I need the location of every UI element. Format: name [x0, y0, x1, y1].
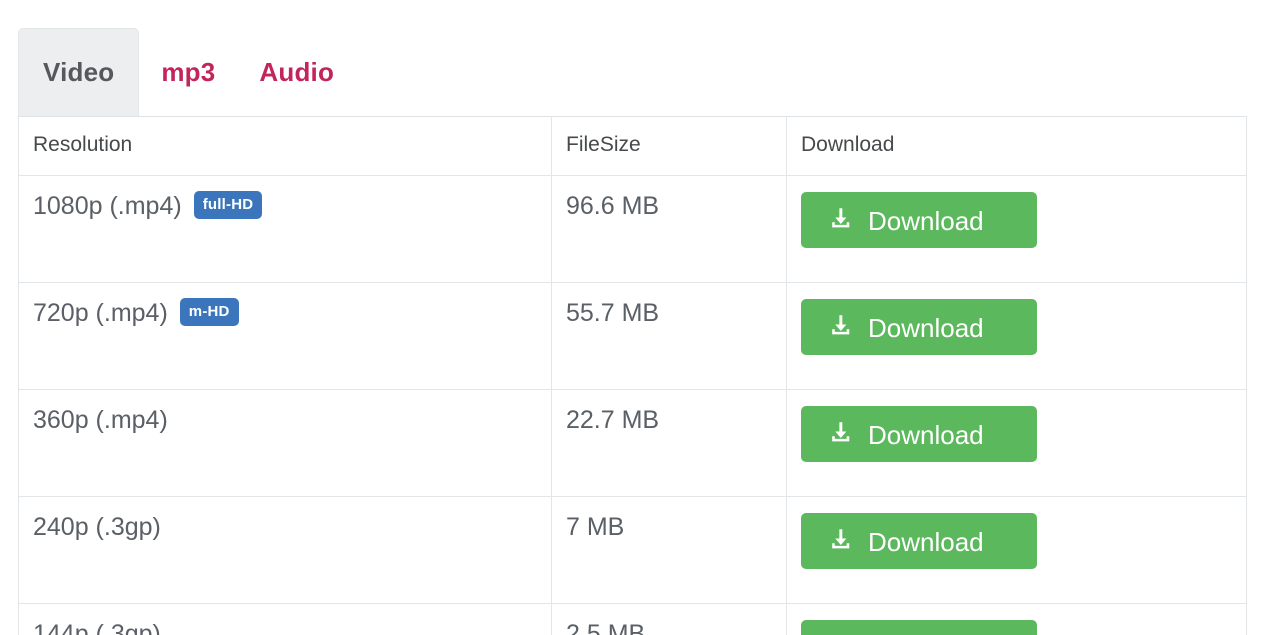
download-button-label: Download: [868, 419, 984, 450]
resolution-wrapper: 720p (.mp4) m-HD: [33, 298, 537, 328]
download-icon: [827, 313, 854, 340]
video-downloads-table: Resolution FileSize Download 1080p (.mp4…: [18, 116, 1247, 635]
download-button-label: Download: [868, 526, 984, 557]
table-body: 1080p (.mp4) full-HD 96.6 MB Download 72…: [18, 175, 1247, 635]
download-button[interactable]: Download: [801, 406, 1037, 462]
cell-download: Download: [786, 282, 1247, 390]
cell-download: Download: [786, 603, 1247, 635]
table-row: 144p (.3gp) 2.5 MB Download: [18, 603, 1247, 635]
download-button-label: Download: [868, 205, 984, 236]
resolution-label: 144p (.3gp): [33, 620, 161, 635]
cell-resolution: 360p (.mp4): [18, 389, 552, 497]
cell-filesize: 96.6 MB: [551, 175, 787, 283]
resolution-label: 360p (.mp4): [33, 406, 168, 434]
column-header-download: Download: [786, 116, 1247, 176]
table-row: 360p (.mp4) 22.7 MB Download: [18, 389, 1247, 497]
format-tabs: Video mp3 Audio: [18, 28, 356, 116]
table-row: 240p (.3gp) 7 MB Download: [18, 496, 1247, 604]
tab-audio-label: Audio: [259, 57, 335, 87]
resolution-label: 1080p (.mp4): [33, 192, 182, 220]
download-button[interactable]: Download: [801, 513, 1037, 569]
resolution-wrapper: 1080p (.mp4) full-HD: [33, 191, 537, 221]
quality-badge: m-HD: [179, 298, 239, 327]
cell-download: Download: [786, 496, 1247, 604]
tab-mp3-label: mp3: [161, 57, 216, 87]
download-button[interactable]: Download: [801, 620, 1037, 635]
download-button[interactable]: Download: [801, 192, 1037, 248]
tab-video-label: Video: [43, 57, 115, 87]
cell-filesize: 2.5 MB: [551, 603, 787, 635]
quality-badge: full-HD: [193, 191, 263, 220]
tab-audio[interactable]: Audio: [237, 28, 356, 116]
cell-resolution: 720p (.mp4) m-HD: [18, 282, 552, 390]
resolution-label: 240p (.3gp): [33, 513, 161, 541]
download-icon: [827, 206, 854, 233]
column-header-filesize: FileSize: [551, 116, 787, 176]
download-icon: [827, 420, 854, 447]
table-row: 720p (.mp4) m-HD 55.7 MB Download: [18, 282, 1247, 390]
resolution-wrapper: 360p (.mp4): [33, 406, 537, 435]
resolution-label: 720p (.mp4): [33, 299, 168, 327]
table-header-row: Resolution FileSize Download: [18, 116, 1247, 176]
cell-download: Download: [786, 175, 1247, 283]
cell-resolution: 1080p (.mp4) full-HD: [18, 175, 552, 283]
column-header-resolution: Resolution: [18, 116, 552, 176]
table-header: Resolution FileSize Download: [18, 116, 1247, 176]
download-options-panel: Video mp3 Audio Resolution FileSize Down…: [0, 0, 1266, 635]
resolution-wrapper: 144p (.3gp): [33, 620, 537, 635]
tab-video[interactable]: Video: [18, 28, 140, 116]
cell-filesize: 22.7 MB: [551, 389, 787, 497]
cell-resolution: 240p (.3gp): [18, 496, 552, 604]
cell-filesize: 55.7 MB: [551, 282, 787, 390]
download-icon: [827, 527, 854, 554]
cell-filesize: 7 MB: [551, 496, 787, 604]
download-button[interactable]: Download: [801, 299, 1037, 355]
download-button-label: Download: [868, 312, 984, 343]
tab-mp3[interactable]: mp3: [139, 28, 237, 116]
cell-resolution: 144p (.3gp): [18, 603, 552, 635]
cell-download: Download: [786, 389, 1247, 497]
resolution-wrapper: 240p (.3gp): [33, 513, 537, 542]
table-row: 1080p (.mp4) full-HD 96.6 MB Download: [18, 175, 1247, 283]
